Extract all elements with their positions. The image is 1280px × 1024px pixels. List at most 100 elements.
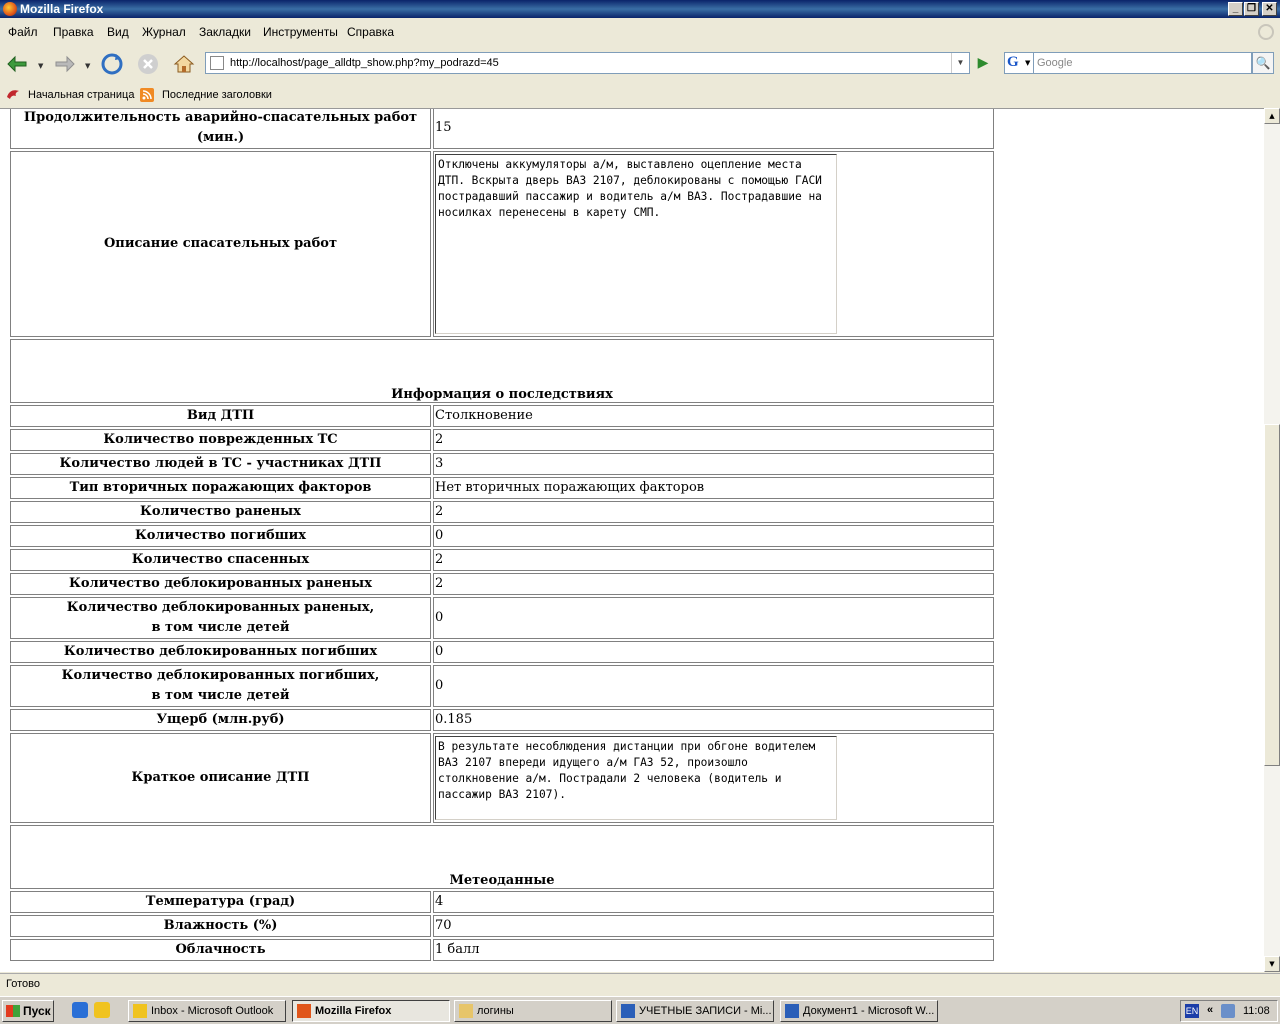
scroll-down-arrow-icon[interactable]: ▼	[1264, 956, 1280, 972]
table-row: Вид ДТП Столкновение	[10, 405, 994, 427]
field-value: Отключены аккумуляторы а/м, выставлено о…	[433, 151, 994, 337]
internet-explorer-icon[interactable]	[72, 1002, 88, 1018]
task-label: Mozilla Firefox	[315, 1005, 392, 1017]
rescue-description-textarea[interactable]: Отключены аккумуляторы а/м, выставлено о…	[435, 154, 837, 334]
search-icon[interactable]: 🔍	[1252, 52, 1274, 74]
table-row: Количество раненых 2	[10, 501, 994, 523]
google-icon: G	[1007, 54, 1019, 70]
field-value: 0	[433, 525, 994, 547]
bookmark-latest-headlines[interactable]: Последние заголовки	[162, 89, 272, 101]
show-hidden-icons-icon[interactable]: «	[1207, 1004, 1213, 1016]
table-row: Тип вторичных поражающих факторов Нет вто…	[10, 477, 994, 499]
table-row: Температура (град) 4	[10, 891, 994, 913]
title-bar[interactable]: Mozilla Firefox _ ❐ ✕	[0, 0, 1280, 18]
table-row: Продолжительность аварийно-спасательных …	[10, 109, 994, 149]
field-value: 2	[433, 429, 994, 451]
start-button[interactable]: Пуск	[2, 1000, 54, 1022]
search-placeholder: Google	[1037, 57, 1073, 69]
table-row: Ущерб (млн.руб) 0.185	[10, 709, 994, 731]
field-value: 2	[433, 501, 994, 523]
status-bar: Готово	[0, 973, 1280, 995]
minimize-button[interactable]: _	[1228, 2, 1243, 16]
search-input[interactable]: Google	[1034, 52, 1252, 74]
close-button[interactable]: ✕	[1262, 2, 1277, 16]
field-label: Количество деблокированных раненых, в то…	[10, 597, 431, 639]
task-app-icon	[459, 1004, 473, 1018]
table-row: Облачность 1 балл	[10, 939, 994, 961]
table-row: Количество спасенных 2	[10, 549, 994, 571]
scroll-up-arrow-icon[interactable]: ▲	[1264, 108, 1280, 124]
task-app-icon	[785, 1004, 799, 1018]
task-app-icon	[133, 1004, 147, 1018]
menu-bar: Файл Правка Вид Журнал Закладки Инструме…	[0, 22, 1280, 42]
field-label: Количество деблокированных погибших, в т…	[10, 665, 431, 707]
system-tray: EN « 11:08	[1180, 1000, 1278, 1022]
back-arrow-icon[interactable]	[6, 52, 30, 76]
task-label: логины	[477, 1005, 514, 1017]
home-page-bookmark-icon	[7, 90, 19, 99]
stop-icon[interactable]	[136, 52, 160, 76]
field-label: Количество деблокированных раненых	[10, 573, 431, 595]
section-heading-consequences: Информация о последствиях	[10, 339, 994, 403]
field-value: Нет вторичных поражающих факторов	[433, 477, 994, 499]
taskbar-button[interactable]: УЧЕТНЫЕ ЗАПИСИ - Mi...	[616, 1000, 774, 1022]
field-label: Количество спасенных	[10, 549, 431, 571]
menu-tools[interactable]: Инструменты	[263, 25, 338, 39]
field-label: Продолжительность аварийно-спасательных …	[10, 109, 431, 149]
back-history-dropdown-icon[interactable]: ▼	[38, 62, 43, 70]
field-value: 0	[433, 597, 994, 639]
table-row: Количество деблокированных погибших 0	[10, 641, 994, 663]
language-indicator[interactable]: EN	[1185, 1004, 1199, 1018]
taskbar-button[interactable]: Inbox - Microsoft Outlook	[128, 1000, 286, 1022]
menu-history[interactable]: Журнал	[142, 25, 186, 39]
task-label: УЧЕТНЫЕ ЗАПИСИ - Mi...	[639, 1005, 772, 1017]
table-row: Количество погибших 0	[10, 525, 994, 547]
address-input[interactable]: http://localhost/page_alldtp_show.php?my…	[230, 57, 499, 69]
taskbar-button[interactable]: Документ1 - Microsoft W...	[780, 1000, 938, 1022]
home-icon[interactable]	[172, 52, 196, 76]
menu-bookmarks[interactable]: Закладки	[199, 25, 251, 39]
menu-edit[interactable]: Правка	[53, 25, 94, 39]
table-row: Влажность (%) 70	[10, 915, 994, 937]
field-value: 1 балл	[433, 939, 994, 961]
taskbar-button[interactable]: логины	[454, 1000, 612, 1022]
field-value: 0	[433, 641, 994, 663]
reload-icon[interactable]	[100, 52, 124, 76]
menu-view[interactable]: Вид	[107, 25, 129, 39]
table-row: Количество людей в ТС - участниках ДТП 3	[10, 453, 994, 475]
field-value: 2	[433, 549, 994, 571]
field-value: 3	[433, 453, 994, 475]
field-label: Краткое описание ДТП	[10, 733, 431, 823]
table-row: Краткое описание ДТП В результате несоблю…	[10, 733, 994, 823]
go-arrow-icon[interactable]: ▶	[974, 54, 992, 72]
taskbar-button[interactable]: Mozilla Firefox	[292, 1000, 450, 1022]
network-icon[interactable]	[1221, 1004, 1235, 1018]
chevron-down-icon: ▼	[1025, 59, 1031, 67]
field-value: 0	[433, 665, 994, 707]
forward-history-dropdown-icon[interactable]: ▼	[85, 62, 90, 70]
field-value: 4	[433, 891, 994, 913]
accident-summary-textarea[interactable]: В результате несоблюдения дистанции при …	[435, 736, 837, 820]
table-row: Количество деблокированных раненых 2	[10, 573, 994, 595]
search-engine-selector[interactable]: G ▼	[1004, 52, 1034, 74]
field-label: Количество погибших	[10, 525, 431, 547]
forward-arrow-icon[interactable]	[52, 52, 76, 76]
menu-file[interactable]: Файл	[8, 25, 38, 39]
section-row: Информация о последствиях	[10, 339, 994, 403]
address-dropdown-icon[interactable]: ▼	[951, 53, 969, 73]
rss-feed-icon	[140, 88, 154, 102]
table-row: Описание спасательных работ Отключены акк…	[10, 151, 994, 337]
restore-button[interactable]: ❐	[1244, 2, 1259, 16]
menu-help[interactable]: Справка	[347, 25, 394, 39]
address-bar[interactable]: http://localhost/page_alldtp_show.php?my…	[205, 52, 970, 74]
vertical-scrollbar[interactable]: ▲ ▼	[1264, 108, 1280, 972]
table-row: Количество поврежденных ТС 2	[10, 429, 994, 451]
bookmark-home-page[interactable]: Начальная страница	[28, 89, 134, 101]
scroll-thumb[interactable]	[1264, 424, 1280, 766]
clock: 11:08	[1243, 1005, 1270, 1017]
field-label: Облачность	[10, 939, 431, 961]
field-label: Описание спасательных работ	[10, 151, 431, 337]
bookmarks-toolbar: Начальная страница Последние заголовки	[0, 86, 1280, 106]
field-value: В результате несоблюдения дистанции при …	[433, 733, 994, 823]
outlook-quicklaunch-icon[interactable]	[94, 1002, 110, 1018]
